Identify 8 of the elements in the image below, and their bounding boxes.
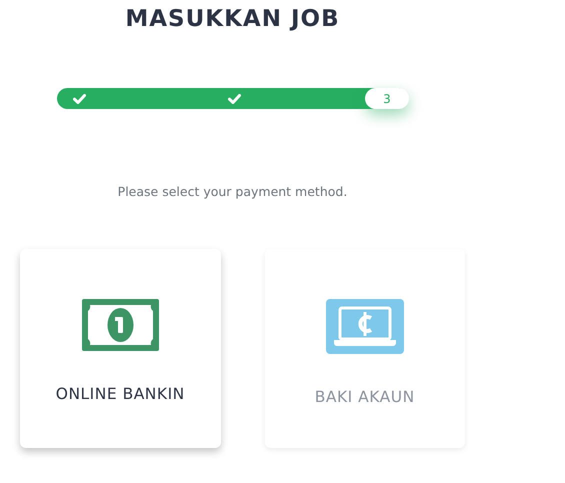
option-label: ONLINE BANKIN [56, 384, 185, 405]
current-step: 3 [365, 88, 409, 109]
payment-option[interactable]: ONLINE BANKIN [20, 248, 220, 448]
banknote-icon [82, 298, 159, 351]
page-title: MASUKKAN JOB [124, 5, 341, 34]
laptop-coin-icon [326, 298, 404, 354]
instruction-text: Please select your payment method. [116, 183, 348, 201]
option-label: BAKI AKAUN [314, 386, 415, 408]
